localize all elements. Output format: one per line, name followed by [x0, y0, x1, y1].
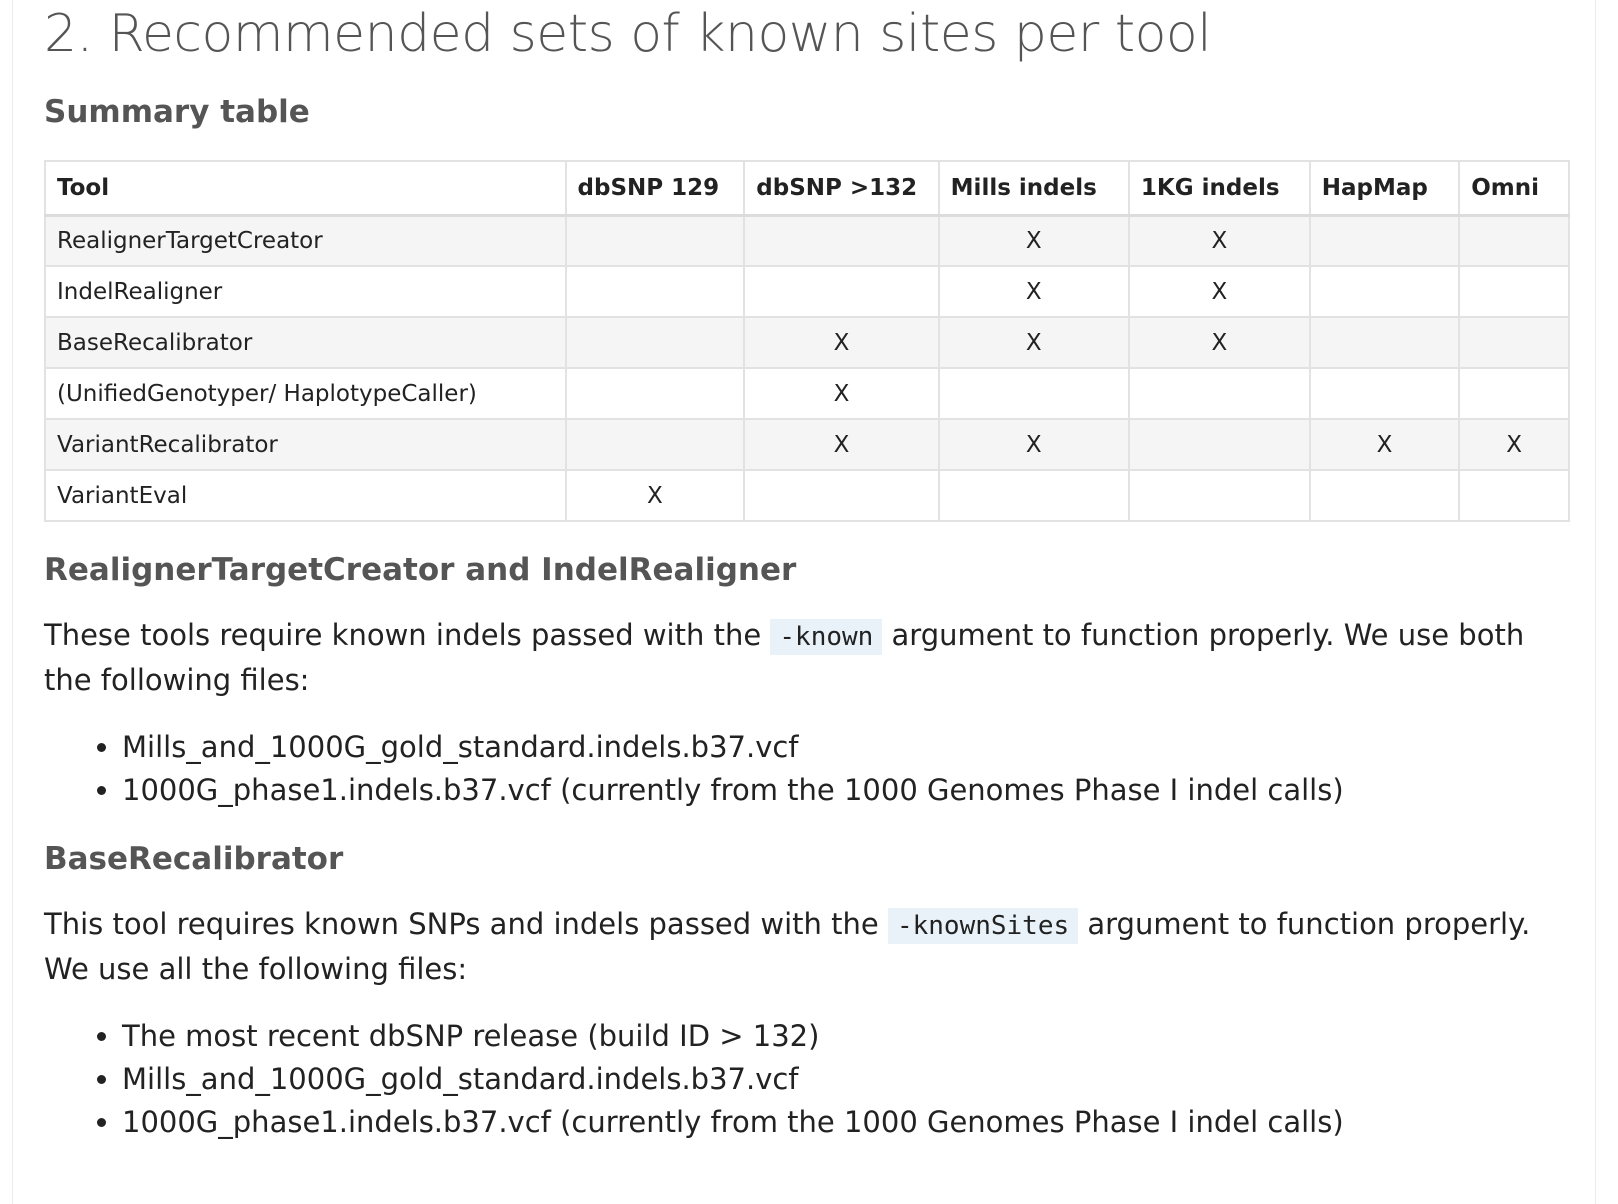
- realigner-section-heading: RealignerTargetCreator and IndelRealigne…: [44, 552, 797, 588]
- table-cell: [1308, 214, 1461, 267]
- page-title: 2. Recommended sets of known sites per t…: [44, 4, 1212, 64]
- table-cell: [1458, 214, 1570, 267]
- table-cell: [564, 418, 746, 471]
- table-cell: [743, 469, 940, 522]
- list-item: 1000G_phase1.indels.b37.vcf (currently f…: [122, 769, 1572, 812]
- table-cell: X: [1308, 418, 1461, 471]
- table-cell: [937, 469, 1130, 522]
- table-row: BaseRecalibrator X X X: [44, 316, 1570, 369]
- document-page: 2. Recommended sets of known sites per t…: [12, 0, 1596, 1204]
- tool-name-cell: VariantRecalibrator: [44, 418, 567, 471]
- table-cell: [1458, 469, 1570, 522]
- table-row: IndelRealigner X X: [44, 265, 1570, 318]
- table-cell: [1458, 316, 1570, 369]
- table-cell: [743, 214, 940, 267]
- table-cell: [564, 214, 746, 267]
- table-header-row: Tool dbSNP 129 dbSNP >132 Mills indels 1…: [44, 160, 1570, 217]
- list-item: 1000G_phase1.indels.b37.vcf (currently f…: [122, 1101, 1572, 1144]
- table-cell: [1308, 265, 1461, 318]
- table-cell: [743, 265, 940, 318]
- table-cell: [1308, 316, 1461, 369]
- column-header-mills-indels: Mills indels: [937, 160, 1130, 217]
- list-item: The most recent dbSNP release (build ID …: [122, 1015, 1572, 1058]
- table-cell: [1458, 367, 1570, 420]
- column-header-hapmap: HapMap: [1308, 160, 1461, 217]
- list-item: Mills_and_1000G_gold_standard.indels.b37…: [122, 726, 1572, 769]
- table-cell: [564, 367, 746, 420]
- table-cell: X: [743, 316, 940, 369]
- known-argument-code: -known: [770, 619, 883, 655]
- table-cell: X: [1127, 316, 1311, 369]
- table-cell: [1127, 469, 1311, 522]
- tool-name-cell: VariantEval: [44, 469, 567, 522]
- article-content: 2. Recommended sets of known sites per t…: [44, 0, 1572, 1144]
- summary-table: Tool dbSNP 129 dbSNP >132 Mills indels 1…: [44, 160, 1570, 522]
- realigner-description: These tools require known indels passed …: [44, 614, 1572, 702]
- table-row: (UnifiedGenotyper/ HaplotypeCaller) X: [44, 367, 1570, 420]
- table-row: VariantRecalibrator X X X X: [44, 418, 1570, 471]
- table-cell: X: [937, 418, 1130, 471]
- knownsites-argument-code: -knownSites: [887, 908, 1079, 944]
- realigner-file-list: Mills_and_1000G_gold_standard.indels.b37…: [44, 726, 1572, 812]
- table-cell: [564, 316, 746, 369]
- table-cell: X: [937, 316, 1130, 369]
- column-header-1kg-indels: 1KG indels: [1127, 160, 1311, 217]
- table-cell: [1458, 265, 1570, 318]
- tool-name-cell: (UnifiedGenotyper/ HaplotypeCaller): [44, 367, 567, 420]
- column-header-tool: Tool: [44, 160, 567, 217]
- list-item: Mills_and_1000G_gold_standard.indels.b37…: [122, 1058, 1572, 1101]
- tool-name-cell: IndelRealigner: [44, 265, 567, 318]
- table-cell: [1308, 367, 1461, 420]
- realigner-text-before: These tools require known indels passed …: [44, 618, 771, 652]
- tool-name-cell: BaseRecalibrator: [44, 316, 567, 369]
- table-cell: X: [564, 469, 746, 522]
- table-row: VariantEval X: [44, 469, 1570, 522]
- table-cell: X: [743, 367, 940, 420]
- table-cell: [564, 265, 746, 318]
- baserecalibrator-description: This tool requires known SNPs and indels…: [44, 903, 1572, 991]
- table-cell: X: [937, 265, 1130, 318]
- table-cell: X: [937, 214, 1130, 267]
- table-cell: [1127, 418, 1311, 471]
- baserecalibrator-section-heading: BaseRecalibrator: [44, 841, 344, 877]
- table-cell: [937, 367, 1130, 420]
- table-cell: X: [1458, 418, 1570, 471]
- table-cell: [1127, 367, 1311, 420]
- table-row: RealignerTargetCreator X X: [44, 214, 1570, 267]
- baserecalibrator-file-list: The most recent dbSNP release (build ID …: [44, 1015, 1572, 1144]
- baserecal-text-before: This tool requires known SNPs and indels…: [44, 907, 888, 941]
- table-cell: [1308, 469, 1461, 522]
- summary-table-heading: Summary table: [44, 94, 310, 130]
- table-cell: X: [1127, 214, 1311, 267]
- table-cell: X: [743, 418, 940, 471]
- table-cell: X: [1127, 265, 1311, 318]
- column-header-dbsnp-132: dbSNP >132: [743, 160, 940, 217]
- tool-name-cell: RealignerTargetCreator: [44, 214, 567, 267]
- column-header-omni: Omni: [1458, 160, 1570, 217]
- column-header-dbsnp-129: dbSNP 129: [564, 160, 746, 217]
